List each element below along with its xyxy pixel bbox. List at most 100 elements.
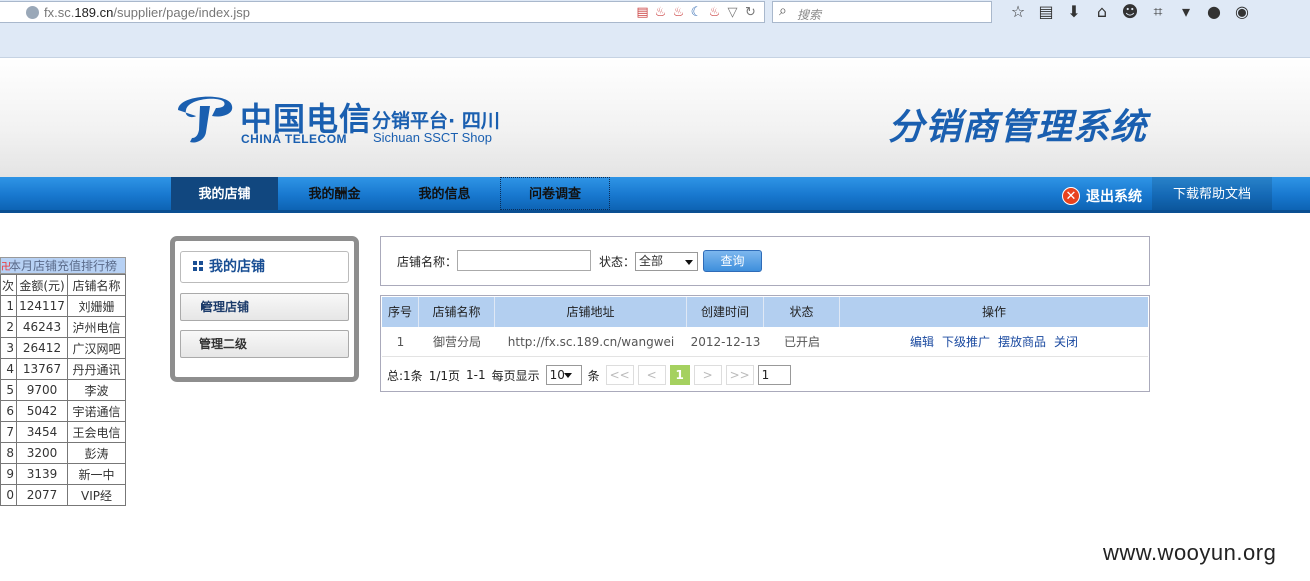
sidebar-item-label: 管理二级 <box>199 337 248 351</box>
system-title: 分销商管理系统 <box>888 107 1148 148</box>
edit-link[interactable]: 编辑 <box>910 327 934 357</box>
cell-status: 已开启 <box>783 335 820 349</box>
search-icon: ⌕ <box>779 3 787 19</box>
goto-page-input[interactable]: 1 <box>757 365 791 385</box>
search-panel: 店铺名称： 状态： 全部 查询 <box>380 236 1150 286</box>
page-size-value: 10 <box>549 368 565 382</box>
reload-icon[interactable]: ↻ <box>743 5 758 20</box>
address-bar[interactable]: fx.sc.189.cn/supplier/page/index.jsp ▤ ♨… <box>0 1 765 23</box>
close-link[interactable]: 关闭 <box>1054 327 1078 357</box>
dropdown-arrow-icon[interactable]: ▽ <box>725 5 740 20</box>
menu-caret-icon[interactable]: ▾ <box>1172 1 1200 23</box>
result-panel: 序号 店铺名称 店铺地址 创建时间 状态 操作 1 御营分局 http://fx… <box>380 295 1150 392</box>
nav-survey[interactable]: 问卷调查 <box>500 177 610 210</box>
java-icon[interactable]: ♨ <box>707 5 722 20</box>
rank-shop: 彭涛 <box>67 442 126 464</box>
ranking-row: 7 3454 王会电信 <box>0 421 126 443</box>
rank-amount: 5042 <box>16 400 68 422</box>
rank-no: 4 <box>0 358 17 380</box>
cell-created: 2012-12-13 <box>690 335 761 349</box>
sidebar-item-label: 管理店铺 <box>201 300 250 314</box>
col-header-status: 状态 <box>764 297 840 327</box>
addon-icons: ▤ ♨ ♨ ☾ ♨ ▽ ↻ <box>635 5 758 20</box>
promote-link[interactable]: 下级推广 <box>942 327 990 357</box>
shop-name: Sichuan SSCT Shop <box>373 130 492 145</box>
sidebar-title: 我的店铺 <box>180 251 349 283</box>
last-page-button[interactable]: >> <box>725 365 754 385</box>
home-icon[interactable]: ⌂ <box>1088 1 1116 23</box>
ranking-header: 次 <box>0 274 17 296</box>
first-page-button[interactable]: << <box>605 365 634 385</box>
sidebar-item-manage-shop[interactable]: 管理店铺 <box>180 293 349 321</box>
chevron-down-icon <box>685 260 693 265</box>
table-row: 1 御营分局 http://fx.sc.189.cn/wangwei 2012-… <box>382 327 1148 357</box>
smiley-icon[interactable]: ☻ <box>1116 1 1144 23</box>
chat-icon[interactable]: ● <box>1200 1 1228 23</box>
rank-no: 1 <box>0 295 17 317</box>
logo-english-name: CHINA TELECOM <box>241 132 348 146</box>
status-selected-value: 全部 <box>639 254 664 268</box>
query-button[interactable]: 查询 <box>703 250 762 272</box>
url-text[interactable]: fx.sc.189.cn/supplier/page/index.jsp <box>44 5 250 20</box>
page-size-select[interactable]: 10 <box>545 365 582 385</box>
pagination: 总:1条 1/1页 1-1 每页显示 10 条 << < 1 > >> 1 <box>387 363 791 387</box>
pager-total: 总:1条 <box>387 368 423 383</box>
nav-my-commission[interactable]: 我的酬金 <box>281 177 388 210</box>
col-header-address: 店铺地址 <box>495 297 687 327</box>
browser-search-box[interactable]: ⌕ 搜索 <box>772 1 992 23</box>
java-icon[interactable]: ♨ <box>653 5 668 20</box>
watermark: www.wooyun.org <box>1103 540 1277 565</box>
ranking-row: 9 3139 新一中 <box>0 463 126 485</box>
ranking-row: 2 46243 泸州电信 <box>0 316 126 338</box>
status-select[interactable]: 全部 <box>635 252 698 271</box>
rank-no: 6 <box>0 400 17 422</box>
next-page-button[interactable]: > <box>693 365 722 385</box>
browser-toolbar: fx.sc.189.cn/supplier/page/index.jsp ▤ ♨… <box>0 0 1310 58</box>
pager-unit: 条 <box>587 368 600 383</box>
sidebar-item-manage-level2[interactable]: 管理二级 <box>180 330 349 358</box>
addon-globe-icon[interactable]: ◉ <box>1228 1 1256 23</box>
rank-no: 8 <box>0 442 17 464</box>
cell-name: 御营分局 <box>432 335 481 349</box>
download-help-link[interactable]: 下载帮助文档 <box>1152 177 1272 210</box>
prev-page-button[interactable]: < <box>637 365 666 385</box>
pager-pages: 1/1页 <box>428 368 461 383</box>
china-telecom-logo-icon <box>178 96 233 143</box>
swirl-addon-icon[interactable]: ☾ <box>689 5 704 20</box>
rank-amount: 2077 <box>16 484 68 506</box>
ranking-row: 8 3200 彭涛 <box>0 442 126 464</box>
java-icon[interactable]: ♨ <box>671 5 686 20</box>
rank-shop: 王会电信 <box>67 421 126 443</box>
nav-my-shop[interactable]: 我的店铺 <box>171 177 278 210</box>
rank-no: 7 <box>0 421 17 443</box>
shop-name-input[interactable] <box>457 250 591 271</box>
logout-label: 退出系统 <box>1086 189 1142 205</box>
bookmark-star-icon[interactable]: ☆ <box>1004 1 1032 23</box>
chevron-down-icon <box>563 373 572 378</box>
download-icon[interactable]: ⬇ <box>1060 1 1088 23</box>
logout-button[interactable]: ✕ 退出系统 <box>1062 186 1142 206</box>
ranking-title: 卍本月店铺充值排行榜 <box>0 257 126 274</box>
crop-icon[interactable]: ⌗ <box>1144 1 1172 23</box>
rank-no: 3 <box>0 337 17 359</box>
chart-addon-icon[interactable]: ▤ <box>635 5 650 20</box>
rank-amount: 9700 <box>16 379 68 401</box>
ranking-row: 5 9700 李波 <box>0 379 126 401</box>
reading-list-icon[interactable]: ▤ <box>1032 1 1060 23</box>
shop-name-label: 店铺名称： <box>397 255 458 269</box>
nav-my-info[interactable]: 我的信息 <box>391 177 498 210</box>
col-header-name: 店铺名称 <box>419 297 495 327</box>
rank-amount: 3454 <box>16 421 68 443</box>
col-header-created: 创建时间 <box>687 297 764 327</box>
rank-shop: VIP经 <box>67 484 126 506</box>
rank-shop: 李波 <box>67 379 126 401</box>
rank-shop: 宇诺通信 <box>67 400 126 422</box>
status-label: 状态： <box>599 255 636 269</box>
close-circle-icon: ✕ <box>1062 187 1080 205</box>
place-goods-link[interactable]: 摆放商品 <box>998 327 1046 357</box>
ranking-row: 1 124117 刘姗姗 <box>0 295 126 317</box>
current-page-button[interactable]: 1 <box>669 365 690 385</box>
pager-range: 1-1 <box>466 368 486 382</box>
rank-shop: 广汉网吧 <box>67 337 126 359</box>
col-header-ops: 操作 <box>981 305 1006 319</box>
